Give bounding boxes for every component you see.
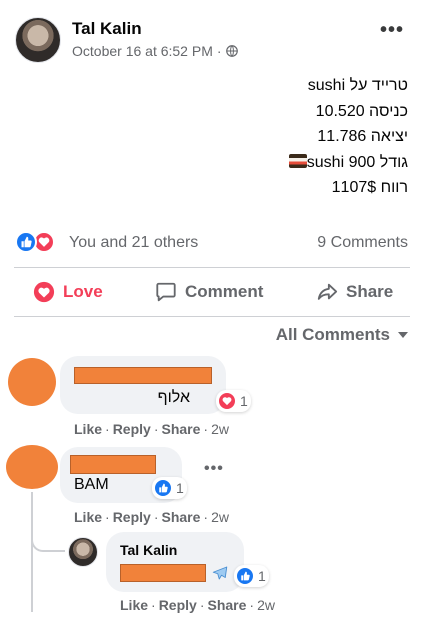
author-avatar[interactable]	[15, 17, 61, 63]
share-link[interactable]: Share	[207, 597, 246, 613]
share-label: Share	[346, 282, 394, 301]
divider	[14, 316, 410, 317]
post-line-size: גודל 900 sushi	[108, 150, 408, 176]
dot-separator: ·	[105, 509, 110, 525]
comment-bubble: אלוף	[60, 356, 226, 414]
redacted-reply-text	[120, 564, 206, 582]
comment-text: אלוף	[157, 389, 190, 406]
post-line: יציאה 11.786	[317, 128, 408, 145]
share-link[interactable]: Share	[161, 509, 200, 525]
post-line: רווח 1107$	[331, 179, 408, 196]
caret-down-icon	[398, 332, 408, 338]
comment-age[interactable]: 2w	[211, 421, 229, 437]
reply-author-avatar[interactable]	[68, 537, 98, 567]
reply-bubble: Tal Kalin	[106, 532, 244, 592]
commenter-avatar[interactable]	[8, 358, 56, 406]
comments-filter-label: All Comments	[275, 325, 390, 344]
comment-label: Comment	[185, 282, 264, 301]
like-link[interactable]: Like	[74, 421, 102, 437]
dot-separator: ·	[203, 509, 209, 525]
dot-separator: ·	[199, 597, 205, 613]
reactions-summary[interactable]: You and 21 others	[69, 234, 198, 252]
dot-separator: ·	[249, 597, 255, 613]
comment-reaction-count[interactable]: 1	[152, 477, 187, 499]
redacted-commenter-name[interactable]	[70, 455, 156, 474]
comment-actions: Like · Reply · Share · 2w	[74, 421, 229, 437]
meta-separator: ·	[216, 43, 222, 59]
like-reaction-icon	[15, 231, 37, 253]
reply-link[interactable]: Reply	[113, 509, 151, 525]
post-line: כניסה 10.520	[315, 102, 408, 120]
comment-reaction-count[interactable]: 1	[216, 390, 251, 412]
dot-separator: ·	[203, 421, 209, 437]
comment-age[interactable]: 2w	[211, 509, 229, 525]
dot-separator: ·	[105, 421, 110, 437]
comment-button[interactable]: Comment	[155, 281, 263, 303]
like-link[interactable]: Like	[120, 597, 148, 613]
comments-filter-dropdown[interactable]: All Comments	[276, 325, 408, 345]
reply-link[interactable]: Reply	[159, 597, 197, 613]
comment-icon	[156, 282, 176, 302]
share-arrow-icon	[317, 283, 338, 300]
comments-count[interactable]: 9 Comments	[317, 234, 408, 252]
redacted-commenter-name[interactable]	[74, 367, 212, 384]
dot-separator: ·	[151, 597, 156, 613]
share-link[interactable]: Share	[161, 421, 200, 437]
reply-reaction-count[interactable]: 1	[234, 565, 269, 587]
post-line: גודל 900 sushi	[306, 153, 408, 171]
more-options-icon[interactable]: •••	[380, 20, 404, 40]
dot-separator: ·	[153, 509, 159, 525]
reaction-count: 1	[240, 393, 248, 409]
reply-connector	[31, 530, 65, 552]
commenter-avatar[interactable]	[6, 445, 58, 489]
like-reaction-icon	[153, 478, 173, 498]
reply-link[interactable]: Reply	[113, 421, 151, 437]
heart-icon	[33, 281, 55, 303]
share-button[interactable]: Share	[316, 281, 393, 303]
comment-actions: Like · Reply · Share · 2w	[74, 509, 229, 525]
thread-line	[31, 492, 33, 612]
post-meta: October 16 at 6:52 PM ·	[72, 43, 238, 59]
reply-age[interactable]: 2w	[257, 597, 275, 613]
reaction-icons[interactable]	[15, 231, 55, 253]
love-label: Love	[63, 282, 103, 301]
sushi-emoji-icon	[288, 153, 307, 168]
post-line: טרייד על sushi	[307, 77, 408, 94]
airplane-icon	[212, 566, 228, 580]
love-reaction-icon	[217, 391, 237, 411]
post-text: טרייד על sushi כניסה 10.520 יציאה 11.786…	[108, 73, 408, 201]
globe-icon	[225, 45, 238, 57]
love-button[interactable]: Love	[33, 281, 103, 303]
like-reaction-icon	[235, 566, 255, 586]
dot-separator: ·	[153, 421, 159, 437]
divider	[14, 267, 410, 268]
comment-text: BAM	[74, 476, 109, 493]
reply-author-name[interactable]: Tal Kalin	[120, 542, 177, 558]
reaction-count: 1	[176, 480, 184, 496]
like-link[interactable]: Like	[74, 509, 102, 525]
reply-actions: Like · Reply · Share · 2w	[120, 597, 275, 613]
post-author-name[interactable]: Tal Kalin	[72, 19, 142, 39]
comment-more-options-icon[interactable]: •••	[204, 461, 224, 477]
post-timestamp[interactable]: October 16 at 6:52 PM	[72, 43, 213, 59]
reaction-count: 1	[258, 568, 266, 584]
